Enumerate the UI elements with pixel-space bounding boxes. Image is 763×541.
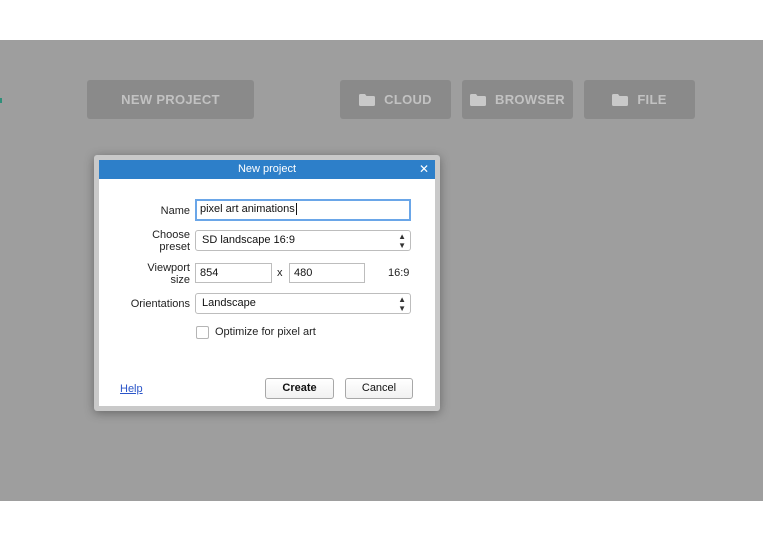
- preset-label-line1: Choose: [152, 229, 190, 241]
- browser-label: BROWSER: [495, 92, 565, 107]
- new-project-label: NEW PROJECT: [121, 92, 220, 107]
- updown-arrows-icon: ▲ ▼: [398, 232, 406, 250]
- viewport-width-value: 854: [200, 267, 219, 279]
- orientation-select-value: Landscape: [202, 297, 256, 309]
- folder-icon: [612, 93, 629, 106]
- viewport-label-line1: Viewport: [147, 262, 190, 274]
- orientations-label: Orientations: [130, 298, 190, 310]
- file-button[interactable]: FILE: [584, 80, 695, 119]
- viewport-height-value: 480: [294, 267, 313, 279]
- accent-marker: [0, 98, 2, 103]
- browser-button[interactable]: BROWSER: [462, 80, 573, 119]
- viewport-label: Viewport size: [99, 262, 190, 286]
- preset-label: Choose preset: [99, 229, 190, 253]
- name-label: Name: [160, 205, 190, 217]
- help-link[interactable]: Help: [120, 383, 143, 395]
- preset-select-value: SD landscape 16:9: [202, 234, 295, 246]
- viewport-label-line2: size: [170, 274, 190, 286]
- name-input-value: pixel art animations: [200, 203, 295, 215]
- aspect-ratio-text: 16:9: [388, 267, 410, 279]
- cloud-label: CLOUD: [384, 92, 432, 107]
- dialog-title: New project: [237, 163, 297, 175]
- new-project-button[interactable]: NEW PROJECT: [87, 80, 254, 119]
- viewport-width-input[interactable]: 854: [195, 263, 272, 283]
- pixel-art-checkbox[interactable]: [196, 326, 209, 339]
- pixel-art-label: Optimize for pixel art: [215, 326, 316, 338]
- file-label: FILE: [637, 92, 667, 107]
- new-project-dialog: New project ✕ Name pixel art animations …: [94, 155, 440, 411]
- name-input[interactable]: pixel art animations: [195, 199, 411, 221]
- folder-icon: [359, 93, 376, 106]
- preset-label-line2: preset: [159, 241, 190, 253]
- updown-arrows-icon: ▲ ▼: [398, 295, 406, 313]
- orientation-select[interactable]: Landscape ▲ ▼: [195, 293, 411, 314]
- create-button[interactable]: Create: [265, 378, 334, 399]
- preset-select[interactable]: SD landscape 16:9 ▲ ▼: [195, 230, 411, 251]
- viewport-separator: x: [277, 267, 283, 279]
- dialog-titlebar: New project ✕: [99, 160, 435, 179]
- folder-icon: [470, 93, 486, 106]
- cancel-button[interactable]: Cancel: [345, 378, 413, 399]
- close-icon[interactable]: ✕: [419, 160, 429, 179]
- editor-backdrop: NEW PROJECT CLOUD BROWSER FILE cts New p…: [0, 40, 763, 501]
- cloud-button[interactable]: CLOUD: [340, 80, 451, 119]
- viewport-height-input[interactable]: 480: [289, 263, 365, 283]
- dialog-body: New project ✕ Name pixel art animations …: [99, 160, 435, 406]
